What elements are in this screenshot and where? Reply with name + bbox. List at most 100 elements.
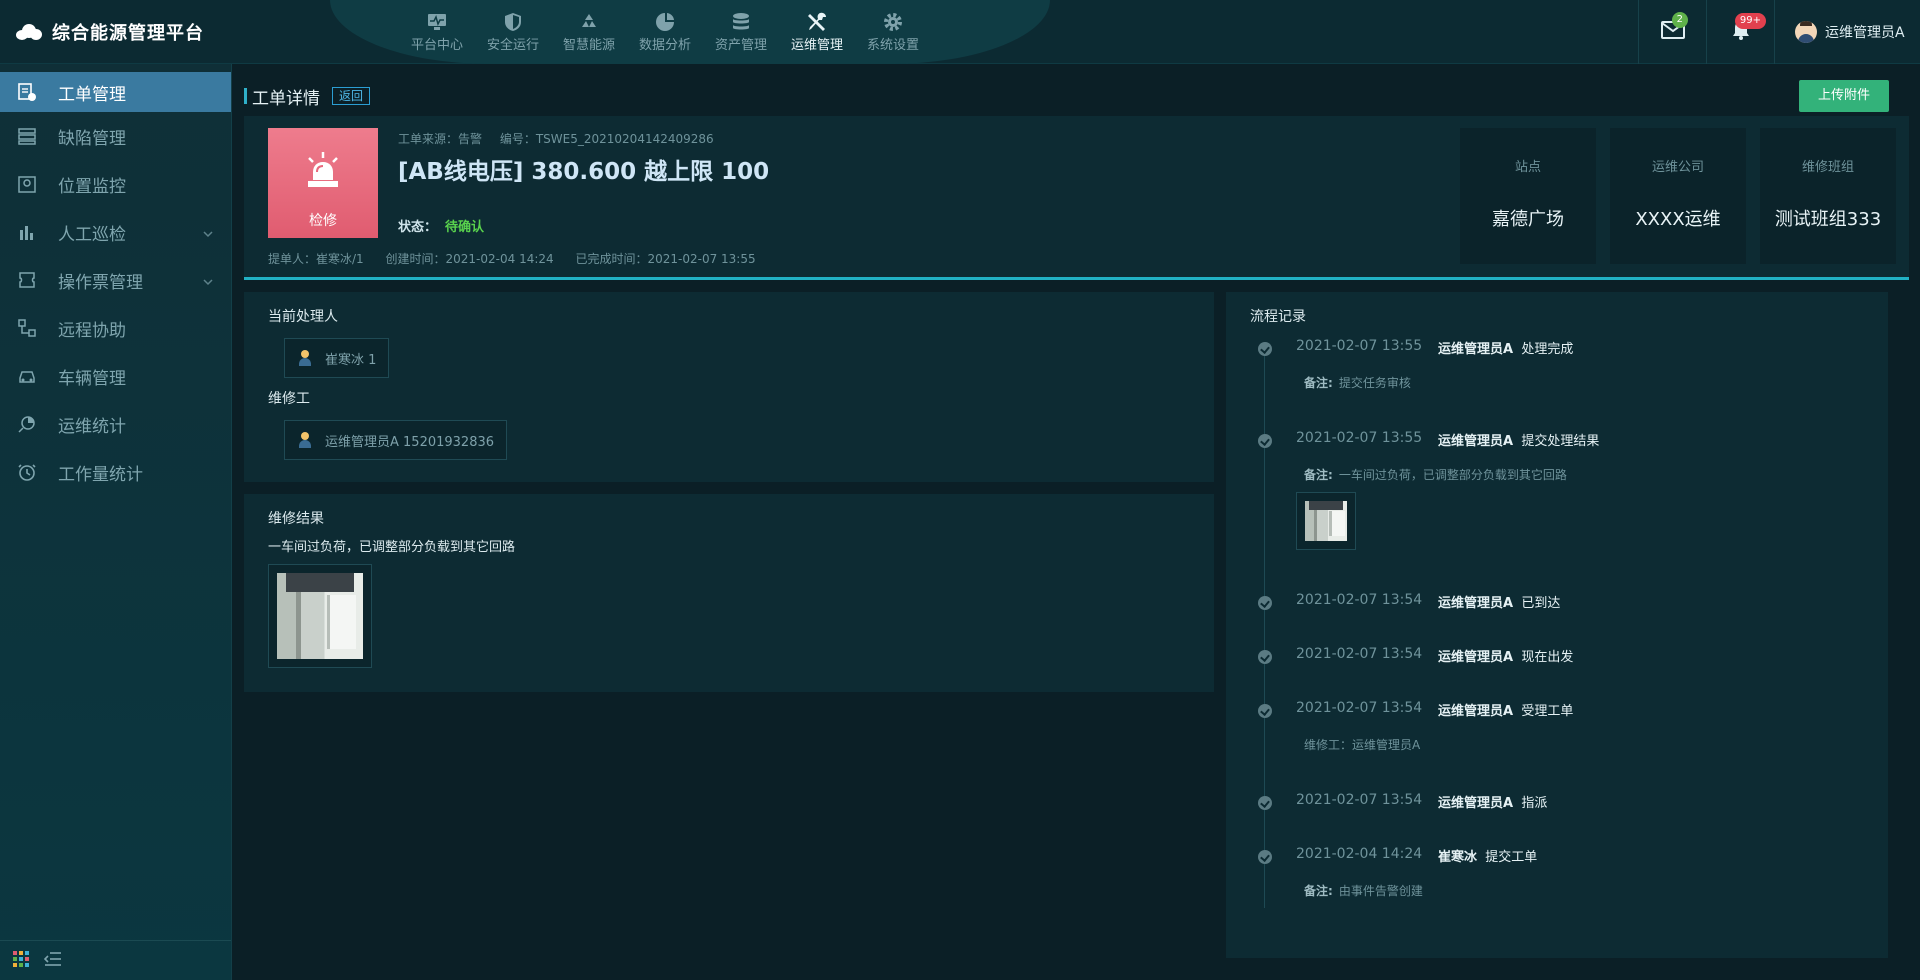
timeline-actor: 运维管理员A: [1438, 704, 1514, 719]
notification-button[interactable]: 99+: [1706, 0, 1774, 64]
topnav-label: 数据分析: [638, 38, 691, 53]
topnav-label: 平台中心: [410, 38, 463, 53]
timeline-time: 2021-02-07 13:54: [1296, 700, 1423, 716]
user-name: 运维管理员A: [1825, 25, 1905, 41]
info-box-site: 站点 嘉德广场: [1460, 128, 1596, 264]
cloud-icon: [16, 24, 42, 40]
repair-worker-title: 维修工: [268, 391, 310, 407]
person-icon: [297, 350, 313, 366]
workorder-type-label: 检修: [309, 213, 337, 229]
current-handler-name: 崔寒冰 1: [325, 352, 377, 368]
check-circle-icon: [1258, 342, 1272, 356]
topnav-operations[interactable]: 运维管理: [786, 10, 848, 53]
timeline-action: 处理完成: [1521, 342, 1574, 357]
topnav-energy[interactable]: 智慧能源: [558, 10, 620, 53]
workorder-submeta: 提单人：崔寒冰/1 创建时间：2021-02-04 14:24 已完成时间：20…: [268, 250, 756, 267]
sidebar-item-label: 工作量统计: [58, 464, 143, 485]
timeline-time: 2021-02-07 13:55: [1296, 338, 1423, 354]
info-value: 测试班组333: [1774, 209, 1882, 230]
top-nav: 平台中心 安全运行 智慧能源 数据分析 资产管理 运维管理 系统设置: [406, 10, 924, 53]
topnav-data-analysis[interactable]: 数据分析: [634, 10, 696, 53]
timeline-note: 备注: 由事件告警创建: [1304, 882, 1423, 899]
workorder-icon: [16, 81, 38, 103]
timeline-time: 2021-02-07 13:54: [1296, 792, 1423, 808]
chevron-down-icon: [203, 271, 213, 291]
database-icon: [710, 10, 772, 34]
flow-record-panel: 流程记录 2021-02-07 13:55 运维管理员A 处理完成 备注: 提交任…: [1226, 292, 1888, 958]
sidebar-item-inspection[interactable]: 人工巡检: [0, 208, 231, 256]
check-circle-icon: [1258, 850, 1272, 864]
repair-photo-thumbnail[interactable]: [268, 564, 372, 668]
alarm-siren-icon: [302, 150, 344, 196]
sidebar-item-workorder[interactable]: 工单管理: [0, 72, 231, 112]
timeline-actor: 运维管理员A: [1438, 342, 1514, 357]
flow-photo-thumbnail[interactable]: [1296, 492, 1356, 550]
mail-button[interactable]: 2: [1638, 0, 1706, 64]
bar-chart-icon: [16, 221, 38, 243]
timeline-actor: 运维管理员A: [1438, 796, 1514, 811]
timeline-action: 提交处理结果: [1521, 434, 1600, 449]
check-circle-icon: [1258, 704, 1272, 718]
check-circle-icon: [1258, 650, 1272, 664]
workorder-status: 状态： 待确认: [398, 216, 484, 235]
timeline-action: 已到达: [1521, 596, 1561, 611]
topnav-safety[interactable]: 安全运行: [482, 10, 544, 53]
repair-worker-chip[interactable]: 运维管理员A 15201932836: [284, 420, 508, 460]
timeline-actor-action: 运维管理员A 已到达: [1438, 592, 1560, 611]
brand[interactable]: 综合能源管理平台: [16, 0, 204, 64]
back-button[interactable]: 返回: [332, 87, 371, 105]
collapse-menu-icon[interactable]: [43, 951, 62, 971]
sidebar-item-location[interactable]: 位置监控: [0, 160, 231, 208]
handlers-panel: 当前处理人 崔寒冰 1 维修工 运维管理员A 15201932836: [244, 292, 1214, 482]
header-actions: 2 99+ 运维管理员A: [1638, 0, 1920, 64]
check-circle-icon: [1258, 596, 1272, 610]
page-title: 工单详情: [252, 89, 320, 109]
app-title: 综合能源管理平台: [52, 23, 204, 44]
sidebar-item-remote-assist[interactable]: 远程协助: [0, 304, 231, 352]
sidebar-item-ops-stats[interactable]: 运维统计: [0, 400, 231, 448]
note-text: 提交任务审核: [1338, 376, 1411, 390]
gear-icon: [862, 10, 924, 34]
topnav-platform-center[interactable]: 平台中心: [406, 10, 468, 53]
topnav-label: 运维管理: [790, 38, 843, 53]
note-key: 备注:: [1304, 884, 1333, 898]
avatar: [1795, 21, 1817, 43]
current-handler-chip[interactable]: 崔寒冰 1: [284, 338, 390, 378]
timeline-actor: 运维管理员A: [1438, 650, 1514, 665]
status-badge: 待确认: [445, 220, 485, 235]
repair-worker-name: 运维管理员A 15201932836: [325, 434, 495, 450]
stats-icon: [16, 413, 38, 435]
sidebar-footer: [0, 940, 231, 980]
defect-icon: [16, 125, 38, 147]
flow-record-title: 流程记录: [1250, 309, 1306, 325]
timeline-line: [1264, 346, 1265, 908]
topnav-assets[interactable]: 资产管理: [710, 10, 772, 53]
info-box-company: 运维公司 XXXX运维: [1610, 128, 1746, 264]
timeline-action: 现在出发: [1521, 650, 1574, 665]
workorder-title: [AB线电压] 380.600 越上限 100: [398, 159, 770, 185]
topnav-label: 安全运行: [486, 38, 539, 53]
user-menu[interactable]: 运维管理员A: [1774, 0, 1920, 64]
person-icon: [297, 432, 313, 448]
workorder-type-badge: 检修: [268, 128, 378, 238]
note-text: 一车间过负荷，已调整部分负载到其它回路: [1338, 468, 1567, 482]
topnav-label: 智慧能源: [562, 38, 615, 53]
timeline-actor: 崔寒冰: [1438, 850, 1478, 865]
timeline-time: 2021-02-07 13:54: [1296, 592, 1423, 608]
workorder-meta: 工单来源：告警 编号：TSWE5_20210204142409286: [398, 130, 714, 147]
workorder-source: 工单来源：告警: [398, 132, 483, 146]
info-value: XXXX运维: [1635, 209, 1721, 230]
sidebar-item-ticket[interactable]: 操作票管理: [0, 256, 231, 304]
upload-attachment-button[interactable]: 上传附件: [1799, 80, 1889, 112]
sidebar-item-vehicle[interactable]: 车辆管理: [0, 352, 231, 400]
topnav-label: 系统设置: [866, 38, 919, 53]
chevron-down-icon: [203, 223, 213, 243]
sidebar-item-defect[interactable]: 缺陷管理: [0, 112, 231, 160]
topnav-settings[interactable]: 系统设置: [862, 10, 924, 53]
timeline-actor: 运维管理员A: [1438, 434, 1514, 449]
repair-result-panel: 维修结果 一车间过负荷，已调整部分负载到其它回路: [244, 494, 1214, 692]
sidebar-item-label: 远程协助: [58, 320, 126, 341]
switchgear-photo: [277, 573, 363, 659]
sidebar-item-workload-stats[interactable]: 工作量统计: [0, 448, 231, 496]
apps-grid-icon[interactable]: [12, 950, 30, 972]
